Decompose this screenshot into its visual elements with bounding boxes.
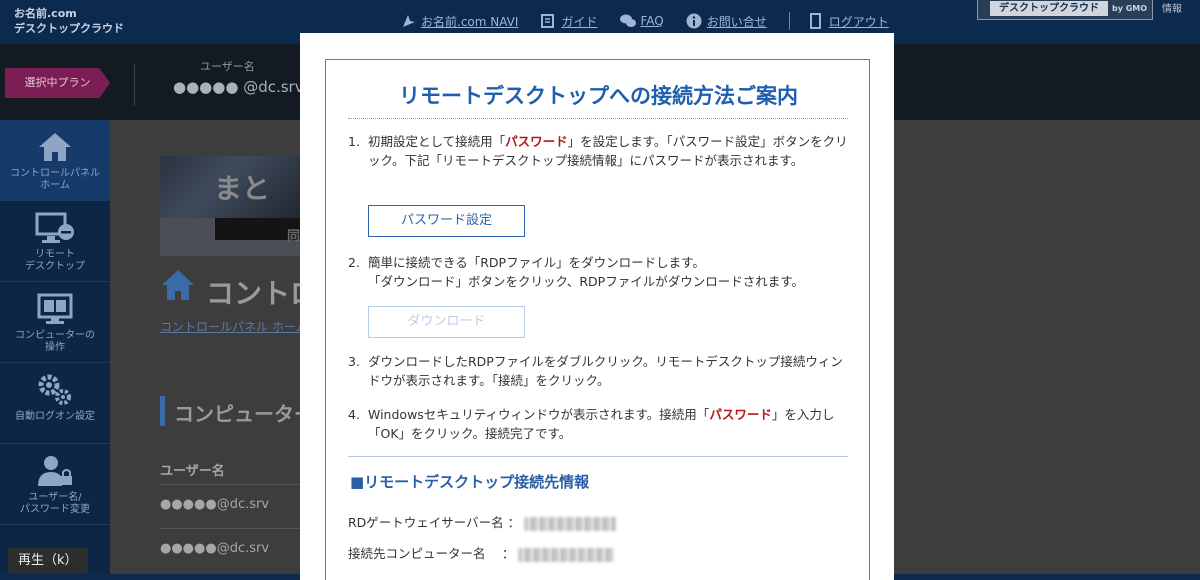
sidebar-item-computer-operation[interactable]: コンピューターの 操作 [0,282,110,363]
banner-text: まと [214,172,271,205]
sidebar-item-home[interactable]: コントロールパネル ホーム [0,120,110,201]
info-label: 接続先コンピューター名 ： [348,546,515,561]
step-text-pre: 初期設定として接続用「 [368,134,506,149]
info-row-computer: 接続先コンピューター名 ： [348,543,615,562]
redacted-value [524,516,617,531]
nav-guide[interactable]: ガイド [540,13,597,30]
connection-info-heading: ■リモートデスクトップ接続先情報 [350,473,590,491]
sidebar-item-remote-desktop[interactable]: リモート デスクトップ [0,201,110,282]
banner-sub: 同 [287,229,301,244]
nav-contact[interactable]: お問い合せ [686,13,767,30]
connection-guide-modal: リモートデスクトップへの接続方法ご案内 1. 初期設定として接続用「パスワード」… [300,33,894,580]
step-4: 4. Windowsセキュリティウィンドウが表示されます。接続用「パスワード」を… [348,405,848,443]
download-button[interactable]: ダウンロード [368,306,525,338]
step-1: 1. 初期設定として接続用「パスワード」を設定します。「パスワード設定」ボタンを… [348,132,848,170]
gears-icon [35,373,75,407]
step-text: 簡単に接続できる「RDPファイル」をダウンロードします。 「ダウンロード」ボタン… [368,253,848,291]
sidebar-item-auto-logon[interactable]: 自動ログオン設定 [0,363,110,444]
step-number: 2. [348,255,360,270]
user-lock-icon [35,454,75,488]
sidebar-item-label: コンピューターの 操作 [15,330,95,353]
password-setting-button[interactable]: パスワード設定 [368,205,525,237]
user-name: ●●●●● @dc.srv [173,78,304,96]
top-nav: お名前.com NAVI ガイド FAQ お問い合せ ログアウト [400,12,911,30]
logout-door-icon [808,13,824,29]
password-emphasis: パスワード [505,134,568,149]
sidebar: コントロールパネル ホーム リモート デスクトップ コンピューターの 操作 自動… [0,120,110,580]
nav-onamae-navi[interactable]: お名前.com NAVI [400,13,518,30]
sidebar-item-label: コントロールパネル ホーム [10,168,100,191]
userbar-divider [134,64,135,106]
nav-label: ガイド [561,14,598,29]
password-emphasis: パスワード [709,407,772,422]
section-accent-bar [160,396,165,426]
row-divider [160,484,300,485]
step-text-line: 「ダウンロード」ボタンをクリック、RDPファイルがダウンロードされます。 [368,274,804,289]
sidebar-item-user-password[interactable]: ユーザー名/ パスワード変更 [0,444,110,525]
info-row-gateway: RDゲートウェイサーバー名 ： [348,512,617,531]
logo-line2: デスクトップクラウド [14,22,124,35]
sidebar-item-label: 自動ログオン設定 [15,411,95,422]
step-text-line: 簡単に接続できる「RDPファイル」をダウンロードします。 [368,255,705,270]
modal-title: リモートデスクトップへの接続方法ご案内 [399,84,798,108]
section-divider [348,456,848,457]
table-row: ●●●●●@dc.srv [160,497,270,512]
modal-frame: リモートデスクトップへの接続方法ご案内 1. 初期設定として接続用「パスワード」… [325,59,870,580]
row-divider [160,528,300,529]
brand-logo-box: デスクトップクラウド by GMO [977,0,1153,20]
navi-icon [400,13,416,29]
faq-chat-icon [619,13,637,29]
title-divider [348,118,848,119]
sidebar-item-label: ユーザー名/ パスワード変更 [20,492,90,515]
brand-label: デスクトップクラウド [990,1,1108,16]
computer-icon [35,292,75,326]
site-logo[interactable]: お名前.com デスクトップクラウド [14,6,124,36]
sidebar-item-label: リモート デスクトップ [25,249,85,272]
step-2: 2. 簡単に接続できる「RDPファイル」をダウンロードします。 「ダウンロード」… [348,253,848,291]
info-icon [686,13,702,29]
guide-book-icon [540,13,556,29]
redacted-value [518,547,615,562]
nav-faq[interactable]: FAQ [619,13,664,29]
logo-line1: お名前.com [14,7,77,20]
logout-label: ログアウト [828,14,889,29]
step-text-pre: Windowsセキュリティウィンドウが表示されます。接続用「 [368,407,710,422]
step-number: 3. [348,354,360,369]
column-header-username: ユーザー名 [160,464,225,479]
step-3: 3. ダウンロードしたRDPファイルをダブルクリック。リモートデスクトップ接続ウ… [348,352,848,390]
section-title: コンピューター [174,402,314,426]
table-row: ●●●●●@dc.srv [160,541,270,556]
step-number: 4. [348,407,360,422]
info-label: RDゲートウェイサーバー名 ： [348,515,521,530]
play-shortcut-label[interactable]: 再生（k） [8,548,88,574]
home-icon [160,268,196,302]
user-label: ユーザー名 [200,60,255,73]
nav-label: FAQ [640,14,664,28]
brand-sub: by GMO [1112,4,1148,13]
nav-divider [788,12,790,30]
header-right-fragment: 情報 [1162,4,1182,15]
plan-badge[interactable]: 選択中プラン [5,68,110,98]
step-text: 初期設定として接続用「パスワード」を設定します。「パスワード設定」ボタンをクリッ… [368,132,848,170]
step-number: 1. [348,134,360,149]
remote-desktop-icon [35,211,75,245]
logout-link[interactable]: ログアウト [808,13,889,30]
step-text: Windowsセキュリティウィンドウが表示されます。接続用「パスワード」を入力し… [368,405,848,443]
nav-label: お名前.com NAVI [421,14,519,29]
step-text: ダウンロードしたRDPファイルをダブルクリック。リモートデスクトップ接続ウィンド… [368,354,843,388]
breadcrumb[interactable]: コントロールパネル ホーム [160,318,307,335]
home-icon [35,130,75,164]
nav-label: お問い合せ [706,14,767,29]
